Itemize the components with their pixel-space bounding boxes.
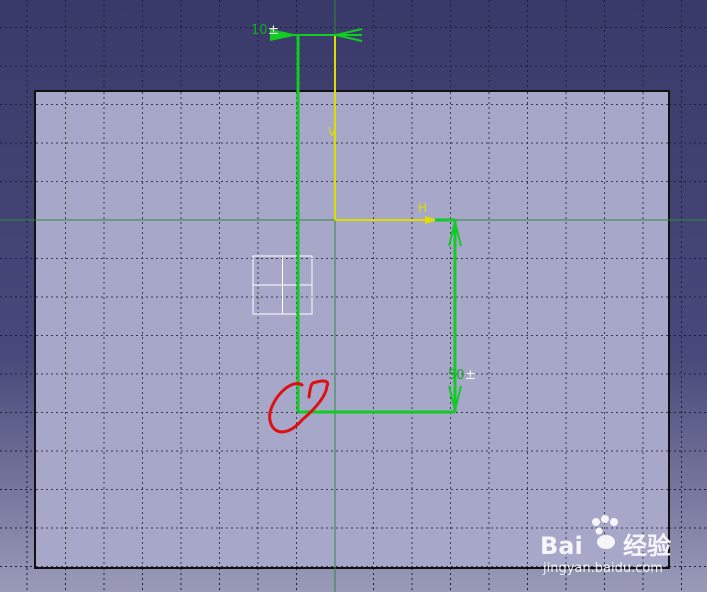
h-axis-label: H — [418, 201, 427, 215]
tolerance-icon: ± — [465, 368, 476, 383]
watermark-logo-suffix: 经验 — [623, 532, 671, 560]
drawing-sheet — [34, 90, 670, 569]
sketch-canvas[interactable]: H V 10 ± 50 ± Bai 经验 jingyan.baidu.com — [0, 0, 707, 592]
watermark-url: jingyan.baidu.com — [542, 561, 663, 576]
sketch-viewport[interactable]: H V 10 ± 50 ± Bai 经验 jingyan.baidu.com — [0, 0, 707, 592]
dimension-width-value: 10 — [251, 23, 268, 38]
watermark-logo: Bai — [540, 532, 583, 560]
v-axis-label: V — [328, 125, 337, 139]
dimension-height-value: 50 — [448, 368, 465, 383]
tolerance-icon: ± — [268, 23, 279, 38]
